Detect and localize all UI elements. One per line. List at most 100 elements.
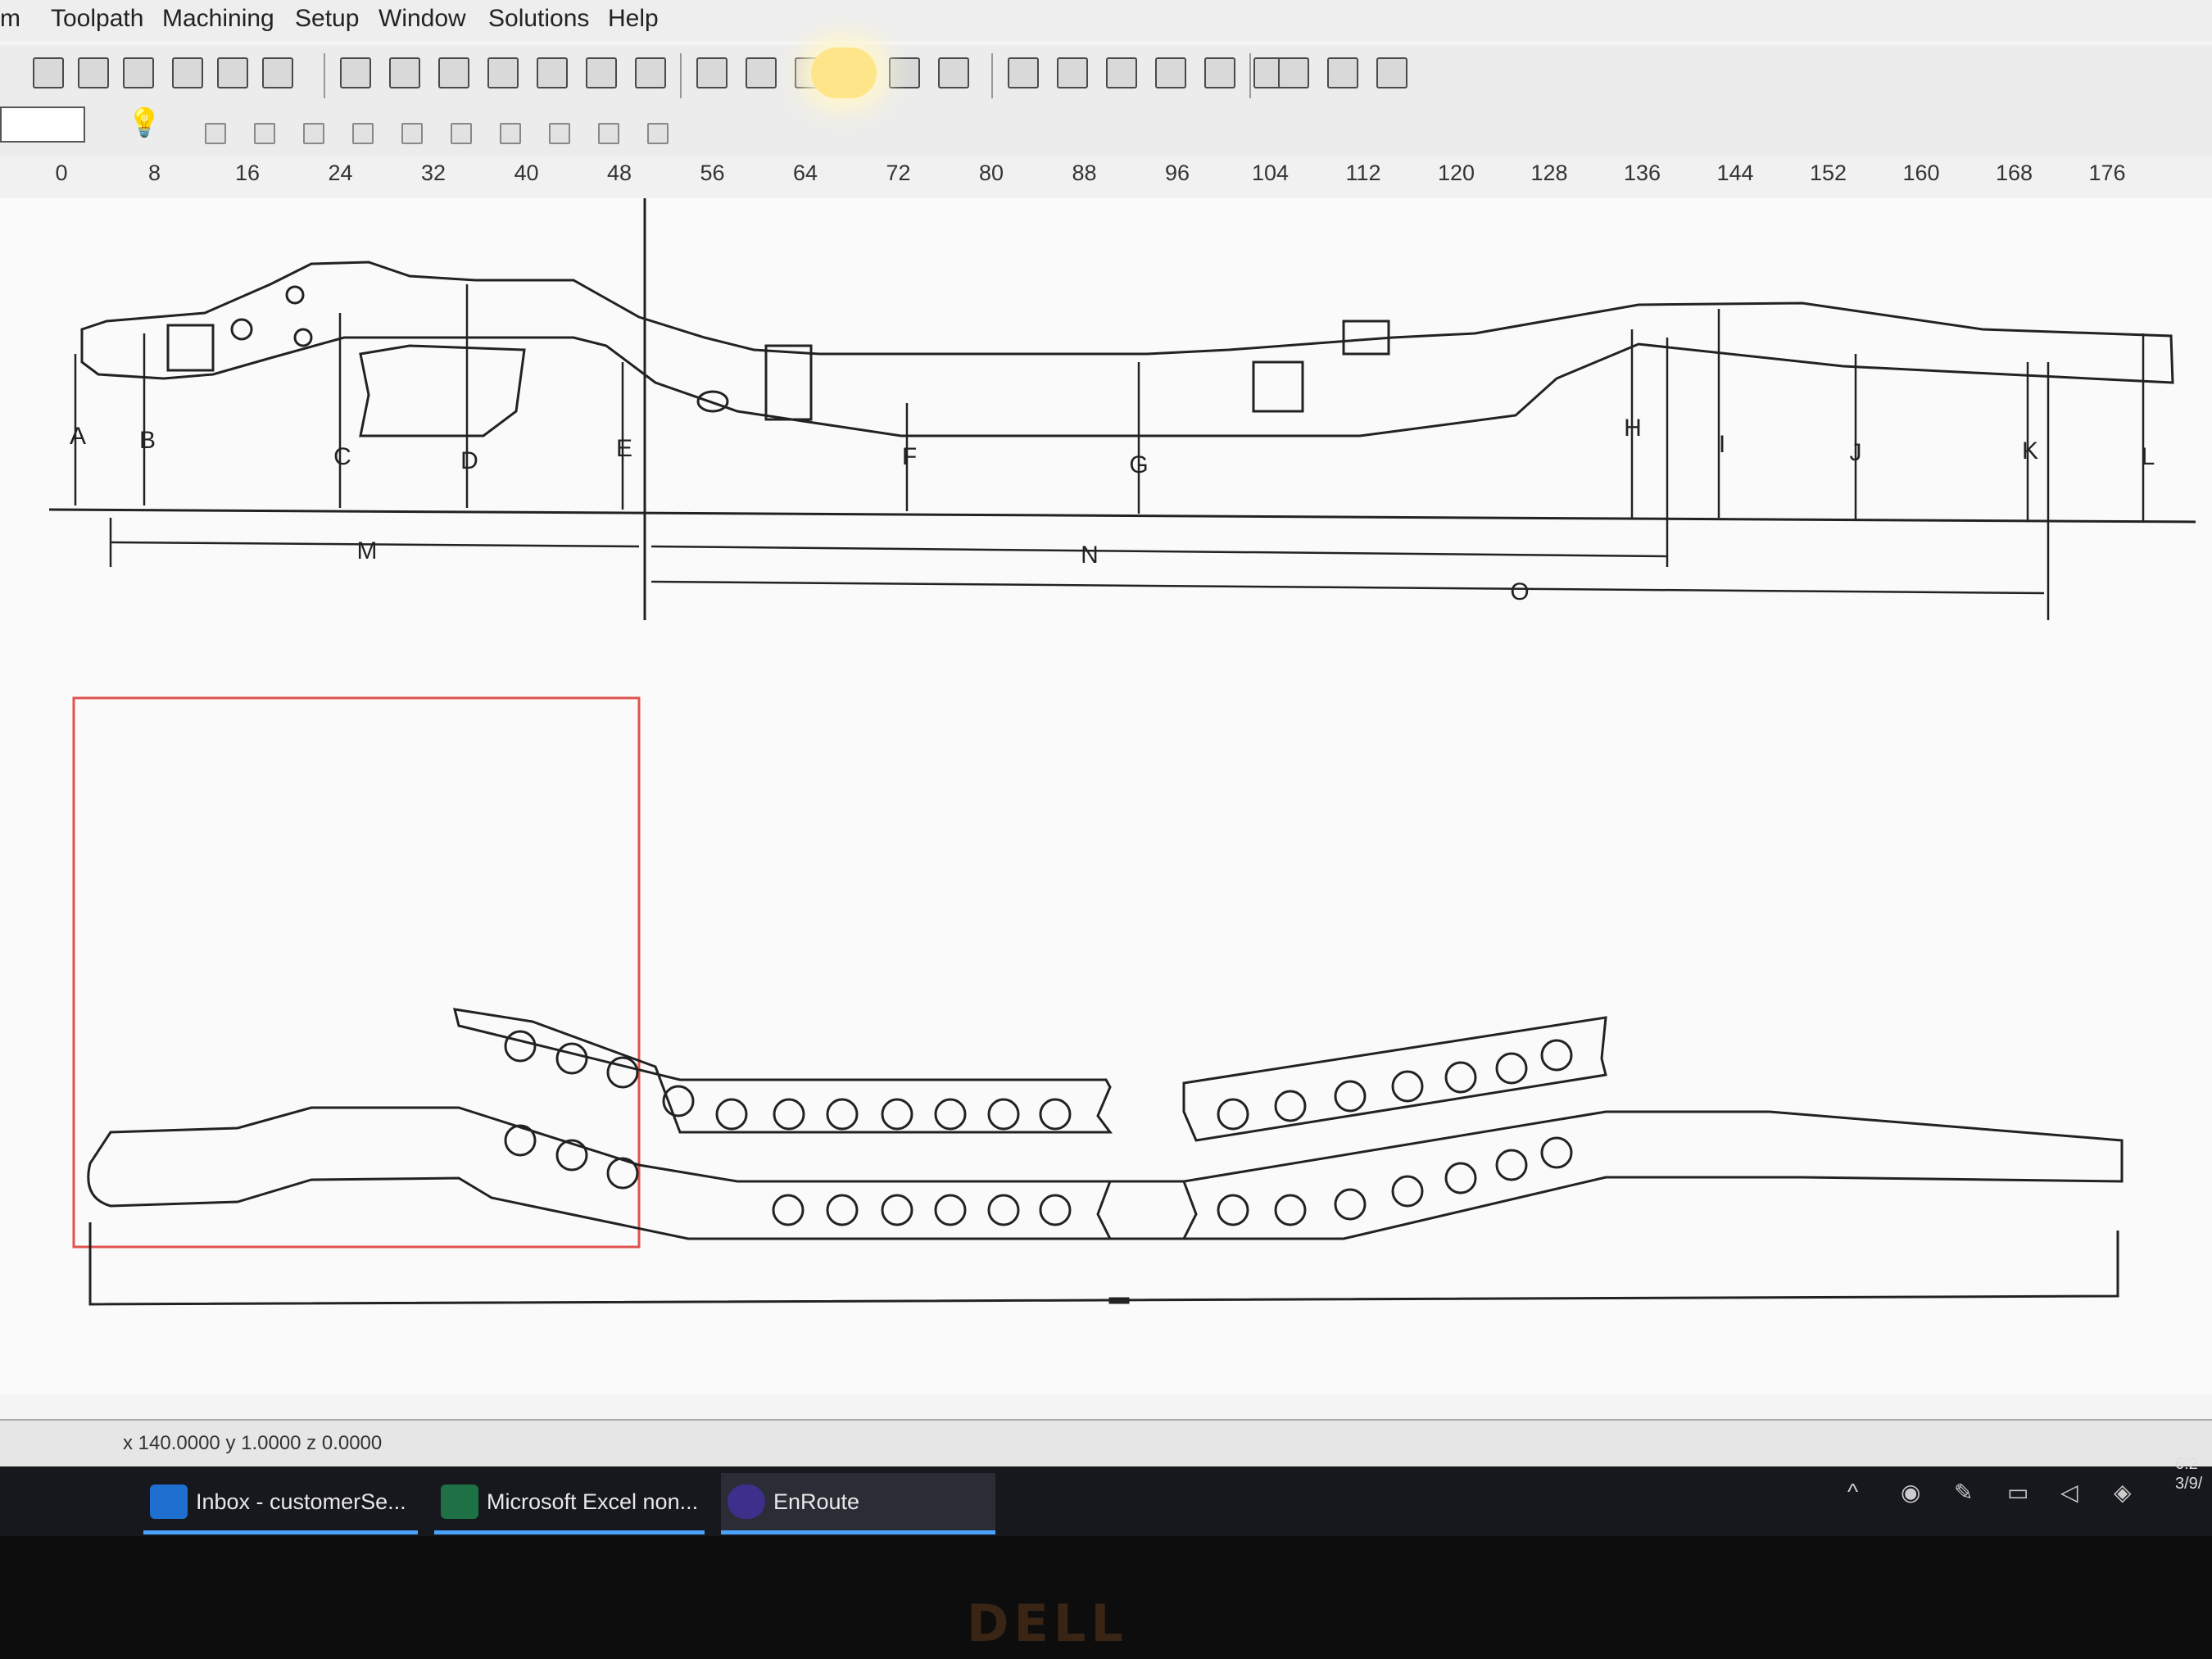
align-right-icon[interactable]	[1057, 57, 1088, 88]
drawing-canvas[interactable]: A B C D E F G H I J K L M N O	[0, 198, 2212, 1394]
snap-tool-icon[interactable]	[352, 123, 374, 144]
ruler-tick-label: 24	[328, 161, 353, 185]
system-clock[interactable]: 6:2 3/9/	[2175, 1454, 2202, 1494]
chevron-up-icon[interactable]: ^	[1847, 1479, 1872, 1504]
rail-hole	[1274, 1090, 1307, 1122]
cut-icon[interactable]	[33, 57, 64, 88]
ruler-tick-label: 32	[420, 161, 446, 185]
ruler-tick-label: 72	[886, 161, 911, 185]
snap-tool-icon[interactable]	[401, 123, 423, 144]
frame-crossmember	[764, 344, 813, 421]
rail-hole	[773, 1098, 805, 1131]
battery-icon[interactable]: ▭	[2007, 1479, 2032, 1505]
pen-icon[interactable]: ✎	[1954, 1479, 1979, 1505]
zoom-all-icon[interactable]	[487, 57, 519, 88]
dim-label-g: G	[1129, 451, 1148, 478]
clock-date: 3/9/	[2175, 1475, 2203, 1493]
copy-icon[interactable]	[78, 57, 109, 88]
zoom-out-icon[interactable]	[438, 57, 469, 88]
sheet-icon[interactable]	[746, 57, 777, 88]
menu-solutions[interactable]: Solutions	[488, 5, 589, 33]
rail-hole	[1495, 1149, 1528, 1181]
rail-hole	[606, 1056, 639, 1089]
zoom-in-icon[interactable]	[389, 57, 420, 88]
zoom-window-icon[interactable]	[340, 57, 371, 88]
align-icon[interactable]	[938, 57, 969, 88]
taskbar-item-label: EnRoute	[773, 1489, 860, 1514]
rail-hole	[504, 1030, 537, 1063]
menu-window[interactable]: Window	[378, 5, 466, 33]
taskbar-item-label: Inbox - customerSe...	[196, 1489, 406, 1514]
ruler-tick-label: 160	[1902, 161, 1940, 185]
redo-icon[interactable]	[262, 57, 293, 88]
menu-machining[interactable]: Machining	[162, 5, 274, 33]
enroute-icon	[728, 1484, 765, 1519]
dim-label-j: J	[1850, 439, 1862, 466]
distribute-icon[interactable]	[1106, 57, 1137, 88]
rail-hole	[1039, 1194, 1072, 1226]
snap-tool-icon[interactable]	[549, 123, 570, 144]
snap-tool-icon[interactable]	[598, 123, 619, 144]
snap-tool-icon[interactable]	[451, 123, 472, 144]
rail-hole	[1217, 1098, 1249, 1131]
selection-rectangle[interactable]	[72, 696, 641, 1249]
menu-toolpath[interactable]: Toolpath	[51, 5, 143, 33]
undo-icon[interactable]	[217, 57, 248, 88]
view-iso-icon[interactable]	[635, 57, 666, 88]
frame-hole	[285, 285, 305, 305]
ruler-tick-label: 88	[1072, 161, 1097, 185]
lightbulb-icon[interactable]: 💡	[127, 107, 161, 139]
rail-hole	[881, 1194, 913, 1226]
rail-hole	[1444, 1162, 1477, 1194]
toolbar-separator	[680, 53, 682, 98]
toolpath-icon[interactable]	[1204, 57, 1235, 88]
menu-item-partial[interactable]: m	[0, 5, 20, 33]
taskbar-item-outlook[interactable]: Inbox - customerSe...	[143, 1473, 418, 1534]
ruler-tick-label: 136	[1623, 161, 1661, 185]
toolbar-separator	[991, 53, 993, 98]
frame-mount	[1252, 360, 1304, 413]
menu-help[interactable]: Help	[608, 5, 659, 33]
ruler-tick-label: 176	[2088, 161, 2126, 185]
rail-hole	[826, 1098, 859, 1131]
snap-tool-icon[interactable]	[254, 123, 275, 144]
ground-line	[48, 508, 2196, 524]
snap-tool-icon[interactable]	[500, 123, 521, 144]
align-center-icon[interactable]	[1008, 57, 1039, 88]
pan-icon[interactable]	[537, 57, 568, 88]
snap-tool-icon[interactable]	[303, 123, 324, 144]
nest-icon[interactable]	[1155, 57, 1186, 88]
snap-tool-icon[interactable]	[205, 123, 226, 144]
menu-setup[interactable]: Setup	[295, 5, 359, 33]
toolbar-separator	[1249, 53, 1251, 98]
ruler-tick-label: 16	[234, 161, 261, 185]
delete-icon[interactable]	[172, 57, 203, 88]
ruler-tick-label: 120	[1437, 161, 1475, 185]
span-label-o: O	[1510, 578, 1529, 605]
network-icon[interactable]: ◉	[1901, 1479, 1925, 1505]
rail-hole	[772, 1194, 805, 1226]
outlook-icon	[150, 1484, 188, 1519]
frame-icon[interactable]	[696, 57, 728, 88]
ungroup-icon[interactable]	[889, 57, 920, 88]
dim-label-e: E	[616, 435, 632, 462]
span-label-n: N	[1081, 542, 1099, 569]
paste-icon[interactable]	[123, 57, 154, 88]
secondary-toolbar	[0, 111, 2212, 156]
ruler-tick-label: 96	[1164, 161, 1190, 185]
post-icon[interactable]	[1278, 57, 1309, 88]
dropbox-icon[interactable]: ◈	[2114, 1479, 2138, 1505]
layers-icon[interactable]	[1327, 57, 1358, 88]
folder-icon[interactable]	[1376, 57, 1407, 88]
quantity-stepper[interactable]	[0, 107, 85, 143]
screen-glare	[811, 48, 877, 98]
ruler-tick-label: 40	[514, 161, 539, 185]
volume-icon[interactable]: ◁	[2060, 1479, 2085, 1505]
taskbar-item-excel[interactable]: Microsoft Excel non...	[434, 1473, 705, 1534]
taskbar-item-label: Microsoft Excel non...	[487, 1489, 699, 1514]
rail-hole	[934, 1194, 967, 1226]
snap-tool-icon[interactable]	[647, 123, 669, 144]
taskbar-item-enroute[interactable]: EnRoute	[721, 1473, 995, 1534]
toolbar-separator	[324, 53, 325, 98]
view-3d-icon[interactable]	[586, 57, 617, 88]
